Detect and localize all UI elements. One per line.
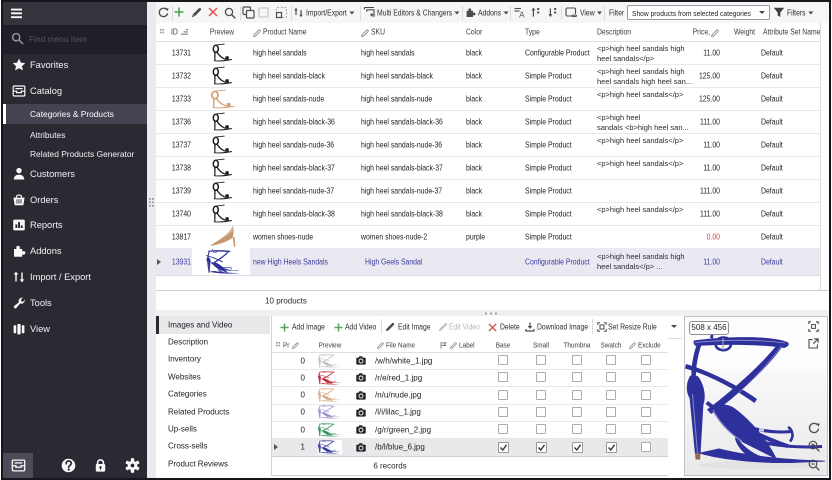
svg-text:A: A — [519, 10, 525, 18]
